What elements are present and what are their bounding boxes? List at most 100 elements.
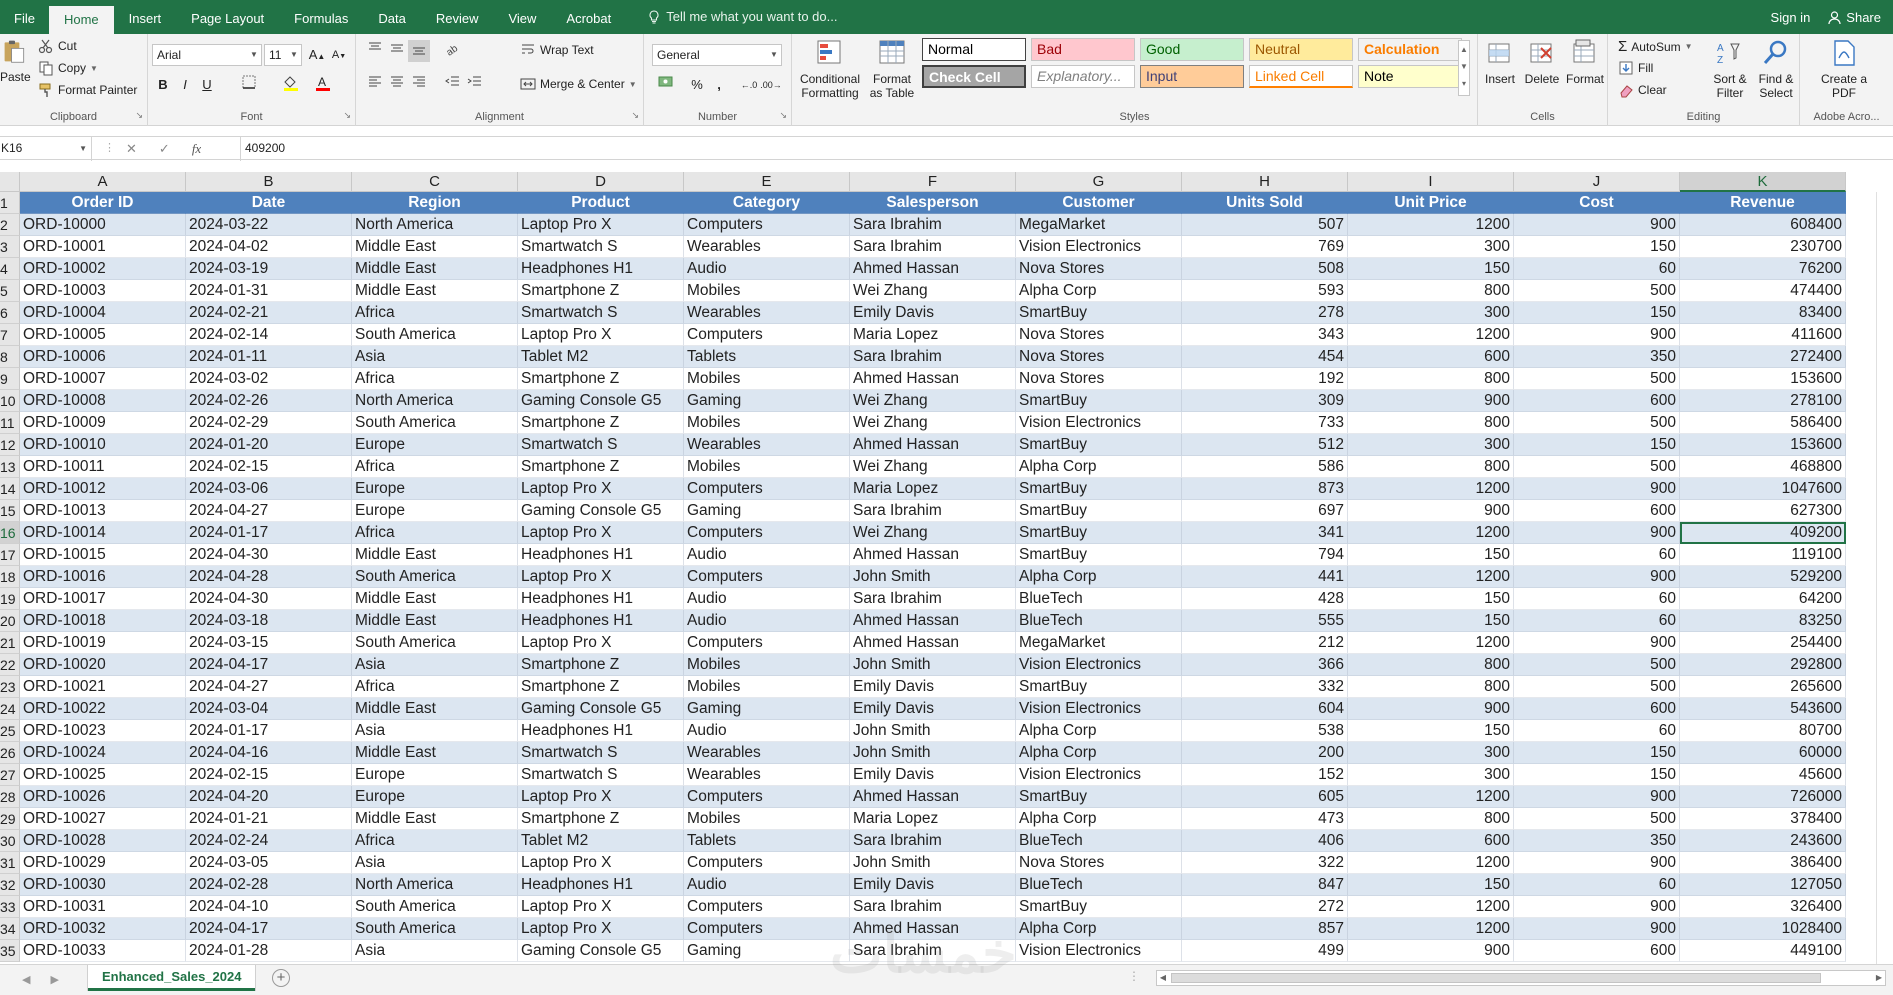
cell-h10[interactable]: 309	[1182, 390, 1348, 412]
cell-c6[interactable]: Africa	[352, 302, 518, 324]
cell-c3[interactable]: Middle East	[352, 236, 518, 258]
cell-i9[interactable]: 800	[1348, 368, 1514, 390]
header-cell[interactable]: Unit Price	[1348, 192, 1514, 214]
align-center-icon[interactable]	[386, 74, 408, 96]
cell-j22[interactable]: 500	[1514, 654, 1680, 676]
cell-h16[interactable]: 341	[1182, 522, 1348, 544]
cell-d15[interactable]: Gaming Console G5	[518, 500, 684, 522]
cell-a31[interactable]: ORD-10029	[20, 852, 186, 874]
header-cell[interactable]: Product	[518, 192, 684, 214]
delete-cells-button[interactable]: Delete	[1522, 38, 1562, 86]
decrease-decimal-icon[interactable]: .00→	[760, 74, 782, 96]
cell-i21[interactable]: 1200	[1348, 632, 1514, 654]
cell-g12[interactable]: SmartBuy	[1016, 434, 1182, 456]
cell-c9[interactable]: Africa	[352, 368, 518, 390]
cell-j14[interactable]: 900	[1514, 478, 1680, 500]
cell-k22[interactable]: 292800	[1680, 654, 1846, 676]
cell-i30[interactable]: 600	[1348, 830, 1514, 852]
cell-h28[interactable]: 605	[1182, 786, 1348, 808]
cell-f35[interactable]: Sara Ibrahim	[850, 940, 1016, 962]
column-header-e[interactable]: E	[684, 172, 850, 192]
cell-e2[interactable]: Computers	[684, 214, 850, 236]
row-header-3[interactable]: 3	[0, 236, 20, 258]
cell-b8[interactable]: 2024-01-11	[186, 346, 352, 368]
tab-data[interactable]: Data	[363, 0, 420, 34]
cell-j21[interactable]: 900	[1514, 632, 1680, 654]
cell-h21[interactable]: 212	[1182, 632, 1348, 654]
cell-f22[interactable]: John Smith	[850, 654, 1016, 676]
row-header-19[interactable]: 19	[0, 588, 20, 610]
cell-a5[interactable]: ORD-10003	[20, 280, 186, 302]
cell-a19[interactable]: ORD-10017	[20, 588, 186, 610]
cell-h17[interactable]: 794	[1182, 544, 1348, 566]
cell-b35[interactable]: 2024-01-28	[186, 940, 352, 962]
create-pdf-button[interactable]: Create a PDF	[1814, 38, 1874, 100]
enter-icon[interactable]: ✓	[159, 141, 170, 157]
comma-style-button[interactable]: ,	[708, 74, 730, 96]
sort-filter-button[interactable]: AZ Sort & Filter	[1708, 38, 1752, 100]
column-header-j[interactable]: J	[1514, 172, 1680, 192]
cell-j16[interactable]: 900	[1514, 522, 1680, 544]
cell-h26[interactable]: 200	[1182, 742, 1348, 764]
cell-k24[interactable]: 543600	[1680, 698, 1846, 720]
cell-i31[interactable]: 1200	[1348, 852, 1514, 874]
cell-style-neutral[interactable]: Neutral	[1249, 38, 1353, 61]
cell-d2[interactable]: Laptop Pro X	[518, 214, 684, 236]
cell-j19[interactable]: 60	[1514, 588, 1680, 610]
copy-button[interactable]: Copy ▼	[38, 60, 98, 76]
merge-center-button[interactable]: Merge & Center ▼	[520, 76, 637, 92]
header-cell[interactable]: Date	[186, 192, 352, 214]
insert-cells-button[interactable]: Insert	[1480, 38, 1520, 86]
cell-d16[interactable]: Laptop Pro X	[518, 522, 684, 544]
cell-k35[interactable]: 449100	[1680, 940, 1846, 962]
cell-b10[interactable]: 2024-02-26	[186, 390, 352, 412]
cell-c22[interactable]: Asia	[352, 654, 518, 676]
cell-f28[interactable]: Ahmed Hassan	[850, 786, 1016, 808]
column-header-c[interactable]: C	[352, 172, 518, 192]
tell-me-box[interactable]: Tell me what you want to do...	[648, 0, 837, 34]
format-painter-button[interactable]: Format Painter	[38, 82, 137, 98]
cell-k23[interactable]: 265600	[1680, 676, 1846, 698]
cell-a20[interactable]: ORD-10018	[20, 610, 186, 632]
cell-h11[interactable]: 733	[1182, 412, 1348, 434]
cell-f11[interactable]: Wei Zhang	[850, 412, 1016, 434]
horizontal-scroll-thumb[interactable]	[1171, 973, 1821, 983]
next-sheet-icon[interactable]: ▶	[50, 973, 58, 986]
row-header-1[interactable]: 1	[0, 192, 20, 214]
cell-h3[interactable]: 769	[1182, 236, 1348, 258]
cell-c13[interactable]: Africa	[352, 456, 518, 478]
cell-style-check-cell[interactable]: Check Cell	[922, 65, 1026, 88]
column-header-d[interactable]: D	[518, 172, 684, 192]
cell-f26[interactable]: John Smith	[850, 742, 1016, 764]
cell-k33[interactable]: 326400	[1680, 896, 1846, 918]
cell-i23[interactable]: 800	[1348, 676, 1514, 698]
cell-e6[interactable]: Wearables	[684, 302, 850, 324]
cell-k15[interactable]: 627300	[1680, 500, 1846, 522]
cell-e9[interactable]: Mobiles	[684, 368, 850, 390]
cell-c2[interactable]: North America	[352, 214, 518, 236]
cell-f23[interactable]: Emily Davis	[850, 676, 1016, 698]
cell-f33[interactable]: Sara Ibrahim	[850, 896, 1016, 918]
cell-k4[interactable]: 76200	[1680, 258, 1846, 280]
cell-a11[interactable]: ORD-10009	[20, 412, 186, 434]
cell-i24[interactable]: 900	[1348, 698, 1514, 720]
cell-j10[interactable]: 600	[1514, 390, 1680, 412]
cell-d17[interactable]: Headphones H1	[518, 544, 684, 566]
cell-g22[interactable]: Vision Electronics	[1016, 654, 1182, 676]
cell-e26[interactable]: Wearables	[684, 742, 850, 764]
cell-e18[interactable]: Computers	[684, 566, 850, 588]
dialog-launcher-icon[interactable]: ↘	[343, 110, 351, 121]
cell-a24[interactable]: ORD-10022	[20, 698, 186, 720]
cell-c14[interactable]: Europe	[352, 478, 518, 500]
cell-h5[interactable]: 593	[1182, 280, 1348, 302]
cell-b33[interactable]: 2024-04-10	[186, 896, 352, 918]
cell-g7[interactable]: Nova Stores	[1016, 324, 1182, 346]
row-header-35[interactable]: 35	[0, 940, 20, 962]
cell-h23[interactable]: 332	[1182, 676, 1348, 698]
cell-g26[interactable]: Alpha Corp	[1016, 742, 1182, 764]
cell-a2[interactable]: ORD-10000	[20, 214, 186, 236]
cell-e32[interactable]: Audio	[684, 874, 850, 896]
cell-c26[interactable]: Middle East	[352, 742, 518, 764]
cell-c17[interactable]: Middle East	[352, 544, 518, 566]
cancel-icon[interactable]: ✕	[126, 141, 137, 157]
